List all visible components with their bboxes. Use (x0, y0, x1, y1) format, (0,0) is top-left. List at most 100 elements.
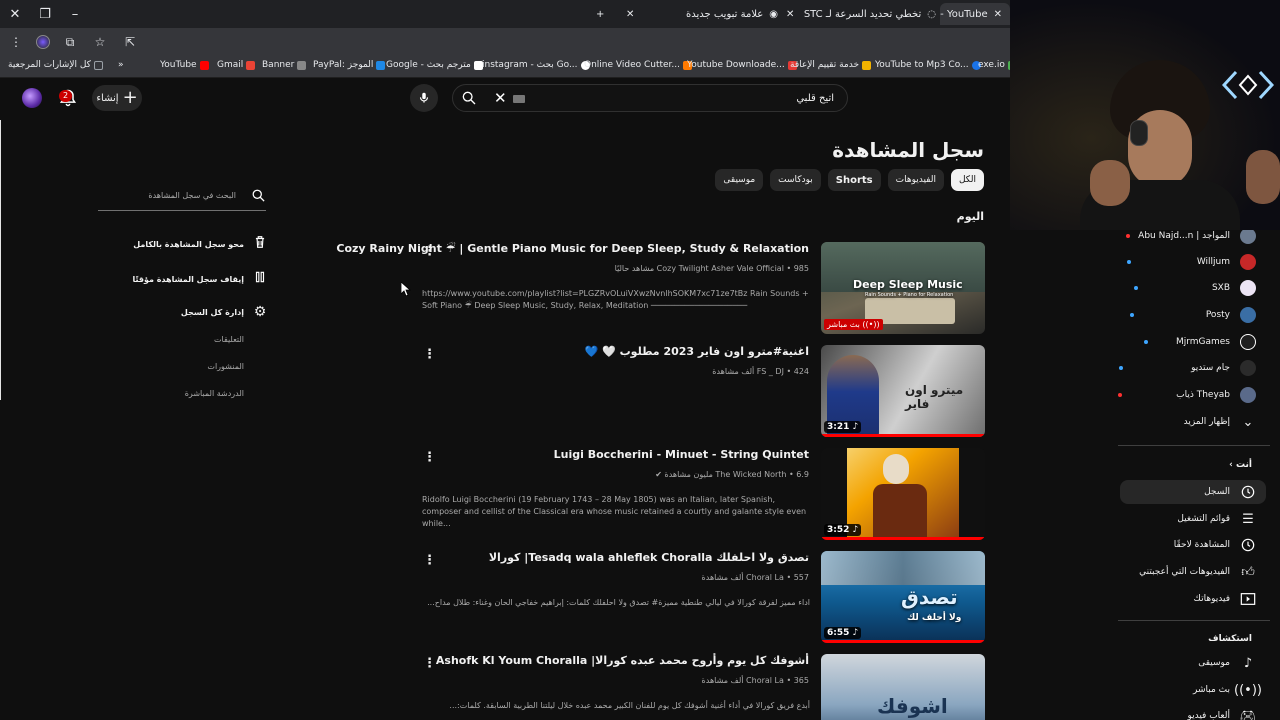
chip-shorts[interactable]: Shorts (827, 169, 881, 191)
video-thumbnail[interactable]: Deep Sleep Music Rain Sounds + Piano for… (821, 242, 985, 334)
bookmark-disability[interactable]: خدمة تقييم الإعاقة (790, 60, 872, 70)
create-button[interactable]: إنشاء + (92, 85, 142, 111)
tab-close-icon[interactable]: ✕ (786, 3, 794, 25)
folder-icon (93, 60, 103, 70)
bookmarks-overflow-icon[interactable]: » (118, 60, 124, 70)
video-thumbnail[interactable]: ميترو اون فاير 3:21 ♪ (821, 345, 985, 437)
video-title[interactable]: أشوفك كل يوم وأروح محمد عبده كورالا| Ash… (436, 654, 809, 667)
new-tab-button[interactable]: + (596, 3, 604, 25)
history-video-item[interactable]: Deep Sleep Music Rain Sounds + Piano for… (336, 242, 985, 334)
history-video-item[interactable]: تصدق ولا أحلف لك 6:55 ♪ تصدق ولا احلفلك … (415, 551, 985, 643)
more-options-icon[interactable]: ⋮ (423, 656, 436, 671)
pause-history-button[interactable]: إيقاف سجل المشاهدة مؤقتًا (132, 269, 268, 289)
bookmark-gmail[interactable]: Gmail (217, 60, 256, 70)
history-search-placeholder: البحث في سجل المشاهدة (148, 191, 236, 200)
browser-tab-1[interactable]: ◉ علامة تبويب جديدة (648, 3, 778, 25)
video-thumbnail[interactable]: اشوفك (821, 654, 985, 720)
more-options-icon[interactable]: ⋮ (423, 450, 436, 465)
more-options-icon[interactable]: ⋮ (423, 244, 436, 259)
chip-all[interactable]: الكل (950, 169, 984, 191)
bookmark-paypal[interactable]: PayPal: الموجز (313, 60, 386, 70)
sidebar-item-your-videos[interactable]: فيديوهاتك (1194, 587, 1256, 611)
history-comments-link[interactable]: التعليقات (214, 335, 244, 344)
search-input[interactable]: اتيح قلبي (796, 93, 834, 104)
keyboard-icon[interactable] (513, 95, 525, 103)
sidebar-item-history[interactable]: السجل (1120, 480, 1266, 504)
sidebar-subscription[interactable]: Theyab ذياب (1118, 383, 1256, 407)
music-icon: ♪ (1243, 655, 1253, 671)
sidebar-subscription[interactable]: Posty (1129, 303, 1256, 327)
profile-icon[interactable] (36, 35, 50, 49)
sidebar-item-watch-later[interactable]: المشاهدة لاحقًا (1174, 533, 1256, 557)
video-title[interactable]: اغنية#مترو اون فاير 2023 مطلوب 🤍 💙 (585, 345, 809, 358)
bookmark-instagram[interactable]: instagram - بحث Go... (482, 60, 590, 70)
sidebar-item-live[interactable]: ((•)) بث مباشر (1193, 678, 1262, 702)
video-meta[interactable]: The Wicked North • 6.9 مليون مشاهدة ✔ (655, 470, 809, 479)
sidebar-subscription[interactable]: SXB (1133, 276, 1256, 300)
sidebar-item-music[interactable]: ♪ موسيقى (1198, 651, 1256, 675)
video-description: Ridolfo Luigi Boccherini (19 February 17… (422, 495, 807, 528)
bookmark-all[interactable]: كل الإشارات المرجعية (8, 60, 103, 70)
sidebar-explore-heading: استكشاف (1208, 634, 1252, 644)
thumbnail-subtitle: Rain Sounds + Piano for Relaxation (865, 292, 954, 298)
history-search-input[interactable]: البحث في سجل المشاهدة (98, 186, 266, 211)
history-video-item[interactable]: 3:52 ♪ Luigi Boccherini - Minuet - Strin… (415, 448, 985, 540)
clear-history-button[interactable]: محو سجل المشاهدة بالكامل (133, 234, 268, 254)
video-meta[interactable]: FS _ DJ • 424 ألف مشاهدة (712, 367, 809, 376)
youtube-icon (199, 60, 209, 70)
clear-search-icon[interactable]: ✕ (494, 89, 507, 107)
bookmark-translate[interactable]: Google - مترجم بحث (386, 60, 483, 70)
bookmark-yt-mp3[interactable]: YouTube to Mp3 Co... (875, 60, 981, 70)
voice-search-button[interactable] (410, 84, 438, 112)
chip-music[interactable]: موسيقى (715, 169, 764, 191)
browser-tab-active[interactable]: ✕ YouTube - (940, 3, 1010, 25)
history-video-item[interactable]: اشوفك أشوفك كل يوم وأروح محمد عبده كورال… (415, 654, 985, 720)
search-box[interactable] (452, 84, 848, 112)
history-posts-link[interactable]: المنشورات (207, 362, 244, 371)
sidebar-subscription[interactable]: جام ستديو (1119, 356, 1256, 380)
sidebar-item-playlists[interactable]: ☰ قوائم التشغيل (1177, 507, 1256, 531)
video-title[interactable]: Cozy Rainy Night ☔ | Gentle Piano Music … (336, 242, 809, 255)
watch-progress-bar (821, 434, 985, 437)
sidebar-item-liked-videos[interactable]: 👍︎ الفيديوهات التي أعجبتني (1139, 560, 1256, 584)
more-options-icon[interactable]: ⋮ (423, 553, 436, 568)
share-icon[interactable]: ⇱ (120, 35, 140, 49)
chip-videos[interactable]: الفيديوهات (887, 169, 944, 191)
history-icon (1240, 484, 1256, 500)
account-avatar[interactable] (22, 88, 42, 108)
history-video-item[interactable]: ميترو اون فاير 3:21 ♪ اغنية#مترو اون فاي… (415, 345, 985, 437)
chip-podcasts[interactable]: بودكاست (770, 169, 821, 191)
bookmark-video-cutter[interactable]: Online Video Cutter... (584, 60, 693, 70)
sidebar-subscription[interactable]: Willjum (1126, 250, 1256, 274)
bookmark-banner[interactable]: Banner (262, 60, 307, 70)
close-window-icon[interactable]: ✕ (0, 0, 30, 28)
video-meta[interactable]: Choral La • 365 ألف مشاهدة (702, 676, 809, 685)
extensions-icon[interactable]: ⧉ (60, 35, 80, 50)
chrome-icon: ◉ (769, 8, 778, 20)
tab-close-icon[interactable]: ✕ (994, 9, 1002, 20)
video-title[interactable]: تصدق ولا احلفلك Tesadq wala ahleflek Cho… (489, 551, 809, 564)
history-live-chat-link[interactable]: الدردشة المباشرة (185, 389, 244, 398)
sidebar-you-heading[interactable]: أنت › (1229, 460, 1252, 470)
bookmark-youtube[interactable]: YouTube (160, 60, 209, 70)
restore-window-icon[interactable]: ❐ (30, 0, 60, 28)
minimize-window-icon[interactable]: – (60, 0, 90, 28)
video-title[interactable]: Luigi Boccherini - Minuet - String Quint… (554, 448, 809, 461)
manage-history-button[interactable]: ⚙ إدارة كل السجل (181, 304, 268, 320)
video-meta[interactable]: Choral La • 557 ألف مشاهدة (702, 573, 809, 582)
search-button[interactable] (452, 84, 486, 112)
video-thumbnail[interactable]: 3:52 ♪ (821, 448, 985, 540)
video-thumbnail[interactable]: تصدق ولا أحلف لك 6:55 ♪ (821, 551, 985, 643)
bookmark-yt-downloader[interactable]: Youtube Downloade... (687, 60, 797, 70)
menu-dots-icon[interactable]: ⋮ (6, 35, 26, 49)
sidebar-item-gaming[interactable]: 🎮︎ ألعاب فيديو (1187, 704, 1256, 720)
show-more-button[interactable]: ⌄ إظهار المزيد (1184, 410, 1256, 434)
bookmark-star-icon[interactable]: ☆ (90, 35, 110, 49)
notification-count-badge: 2 (59, 90, 72, 102)
more-options-icon[interactable]: ⋮ (423, 347, 436, 362)
video-meta[interactable]: Cozy Twilight Asher Vale Official • 985 … (615, 264, 809, 273)
browser-tab-2[interactable]: ◌ تخطي تحديد السرعة لـ STC (804, 3, 936, 25)
tab-close-icon[interactable]: ✕ (626, 3, 634, 25)
sidebar-subscription[interactable]: MjrmGames (1143, 330, 1256, 354)
video-description: أبدع فريق كورالا في أداء أغنية أشوفك كل … (449, 701, 810, 710)
